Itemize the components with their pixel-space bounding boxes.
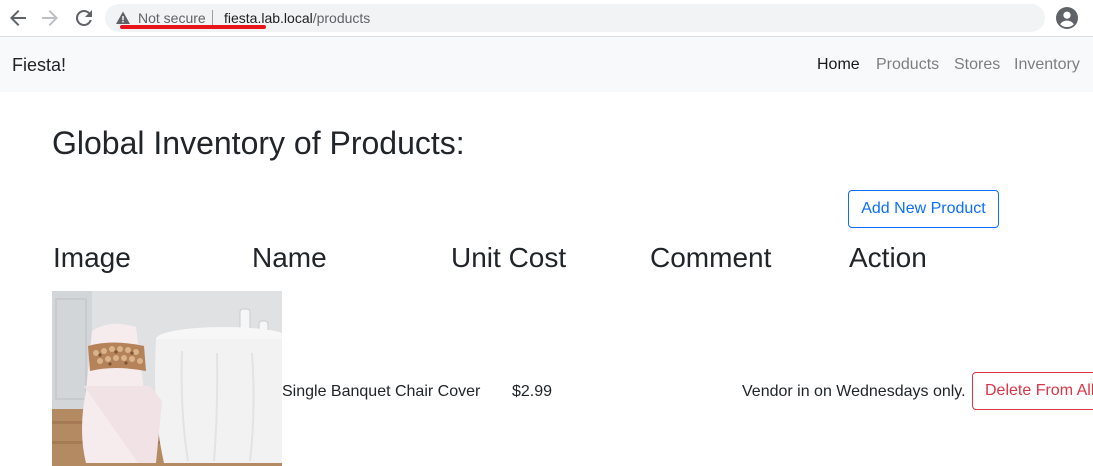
warning-icon[interactable] bbox=[115, 10, 131, 26]
nav-link-home[interactable]: Home bbox=[817, 55, 860, 75]
add-new-product-button[interactable]: Add New Product bbox=[848, 190, 999, 228]
column-header-action: Action bbox=[849, 242, 927, 273]
url-annotation-underline bbox=[120, 25, 266, 29]
back-icon[interactable] bbox=[6, 6, 30, 30]
url-divider bbox=[212, 10, 213, 26]
url-path: /products bbox=[312, 10, 371, 26]
browser-toolbar: Not secure fiesta.lab.local/products bbox=[0, 0, 1093, 37]
reload-icon[interactable] bbox=[72, 6, 96, 30]
site-navbar: Fiesta! Home Products Stores Inventory bbox=[0, 37, 1093, 92]
url-text[interactable]: fiesta.lab.local/products bbox=[224, 10, 370, 26]
column-header-name: Name bbox=[252, 242, 327, 273]
delete-from-all-button[interactable]: Delete From All bbox=[972, 372, 1093, 410]
security-status[interactable]: Not secure bbox=[138, 10, 206, 26]
product-image bbox=[52, 291, 282, 466]
forward-icon[interactable] bbox=[38, 6, 62, 30]
column-header-comment: Comment bbox=[650, 242, 772, 273]
url-host: fiesta.lab.local bbox=[224, 10, 313, 26]
unit-cost-cell: $2.99 bbox=[512, 383, 553, 400]
nav-link-products[interactable]: Products bbox=[876, 55, 939, 75]
nav-link-inventory[interactable]: Inventory bbox=[1014, 55, 1080, 75]
brand-link[interactable]: Fiesta! bbox=[12, 54, 66, 76]
page-title: Global Inventory of Products: bbox=[52, 125, 465, 161]
comment-cell: Vendor in on Wednesdays only. bbox=[742, 383, 966, 400]
nav-link-stores[interactable]: Stores bbox=[954, 55, 1000, 75]
column-header-unit-cost: Unit Cost bbox=[451, 242, 567, 273]
account-icon[interactable] bbox=[1055, 6, 1079, 30]
product-name-cell: Single Banquet Chair Cover bbox=[282, 383, 481, 400]
column-header-image: Image bbox=[53, 242, 131, 273]
